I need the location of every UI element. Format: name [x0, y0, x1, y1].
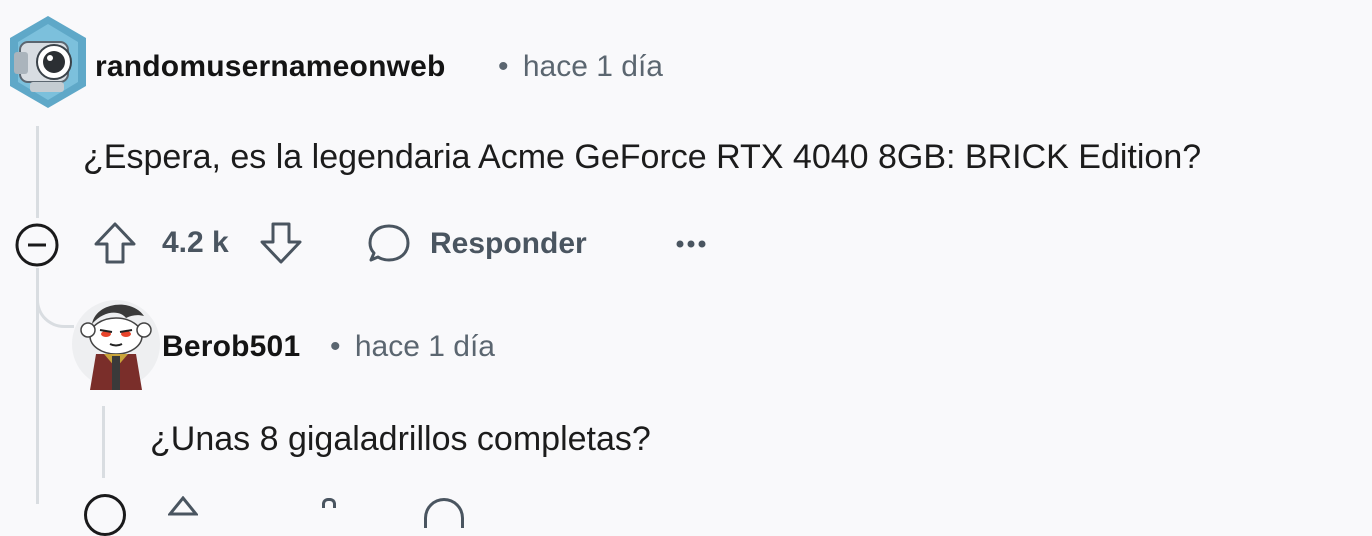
- reply-downvote-button[interactable]: [322, 498, 336, 508]
- robot-camera-avatar-icon: [10, 16, 86, 108]
- reply-reply-button[interactable]: [424, 498, 464, 528]
- reply-upvote-button[interactable]: [166, 495, 200, 516]
- snoo-avatar-icon: [72, 300, 160, 390]
- reply-body: ¿Unas 8 gigaladrillos completas?: [150, 420, 651, 458]
- avatar[interactable]: [6, 12, 90, 112]
- downvote-button[interactable]: [258, 220, 304, 266]
- thread-branch-curve: [36, 268, 74, 328]
- upvote-arrow-icon: [94, 222, 136, 264]
- reply-button[interactable]: Responder: [366, 222, 587, 266]
- more-horizontal-icon: [676, 240, 706, 248]
- reply-timestamp[interactable]: hace 1 día: [355, 330, 495, 363]
- collapse-button[interactable]: [14, 222, 60, 268]
- vote-score-value: 4.2 k: [162, 226, 229, 259]
- reply-collapse-button[interactable]: [84, 494, 126, 536]
- reply-username[interactable]: Berob501: [162, 330, 300, 364]
- thread-line-reply: [102, 406, 105, 478]
- collapse-minus-icon: [15, 223, 59, 267]
- downvote-arrow-icon: [260, 222, 302, 264]
- reply-avatar[interactable]: [70, 296, 162, 390]
- reply-upvote-arrow-icon: [166, 495, 200, 516]
- more-options-button[interactable]: [668, 222, 714, 266]
- reply-meta: • hace 1 día: [330, 330, 495, 364]
- vote-score: 4.2 k: [162, 226, 229, 260]
- comment-body: ¿Espera, es la legendaria Acme GeForce R…: [83, 138, 1202, 176]
- comment-timestamp[interactable]: hace 1 día: [523, 50, 663, 83]
- comment-bubble-icon: [368, 224, 410, 262]
- comment-meta: • hace 1 día: [498, 50, 663, 84]
- meta-separator: •: [498, 50, 509, 83]
- comment-username[interactable]: randomusernameonweb: [95, 50, 446, 84]
- reply-meta-separator: •: [330, 330, 341, 363]
- reply-button-label: Responder: [430, 227, 587, 260]
- thread-line-main: [36, 126, 39, 218]
- upvote-button[interactable]: [92, 220, 138, 266]
